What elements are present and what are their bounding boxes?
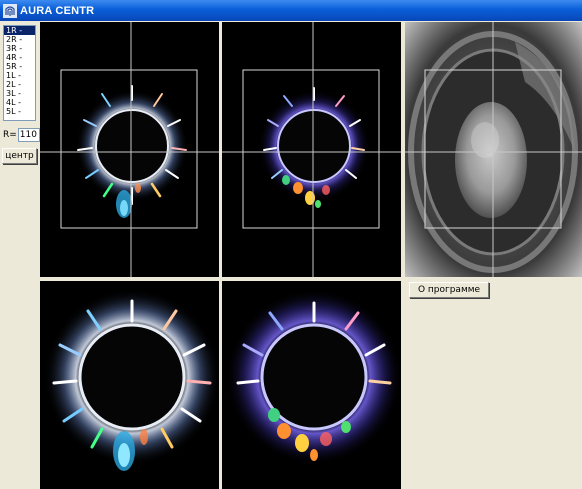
list-item[interactable]: 1L - <box>4 71 35 80</box>
list-item[interactable]: 4R - <box>4 53 35 62</box>
list-item[interactable]: 1R - <box>4 26 35 35</box>
window-title: AURA CENTR <box>20 4 95 17</box>
aura-image-top-middle <box>222 22 401 277</box>
aura-ring-top-middle <box>222 22 401 277</box>
list-item[interactable]: 2R - <box>4 35 35 44</box>
aura-ring-top-left <box>40 22 219 277</box>
title-bar[interactable]: AURA CENTR <box>0 0 582 21</box>
fingerprint-app-icon <box>3 3 17 18</box>
list-item[interactable]: 4L - <box>4 98 35 107</box>
camera-image <box>405 22 582 277</box>
aura-image-top-left <box>40 22 219 277</box>
list-item[interactable]: 5L - <box>4 107 35 116</box>
list-item[interactable]: 2L - <box>4 80 35 89</box>
list-item[interactable]: 3L - <box>4 89 35 98</box>
aura-image-bottom-middle <box>222 281 401 489</box>
radius-input[interactable]: 110 <box>17 128 40 142</box>
aura-image-bottom-left <box>40 281 219 489</box>
aura-ring-bottom-left <box>44 289 219 471</box>
camera-view <box>405 22 582 277</box>
center-button[interactable]: центр <box>2 148 37 164</box>
radius-row: R= 110 <box>3 128 40 142</box>
list-item[interactable]: 5R - <box>4 62 35 71</box>
radius-label: R= <box>3 130 17 140</box>
scan-listbox[interactable]: 1R -2R -3R -4R -5R -1L -2L -3L -4L -5L - <box>3 25 36 121</box>
list-item[interactable]: 3R - <box>4 44 35 53</box>
about-button[interactable]: О программе <box>409 282 489 298</box>
aura-ring-bottom-middle <box>226 289 401 465</box>
